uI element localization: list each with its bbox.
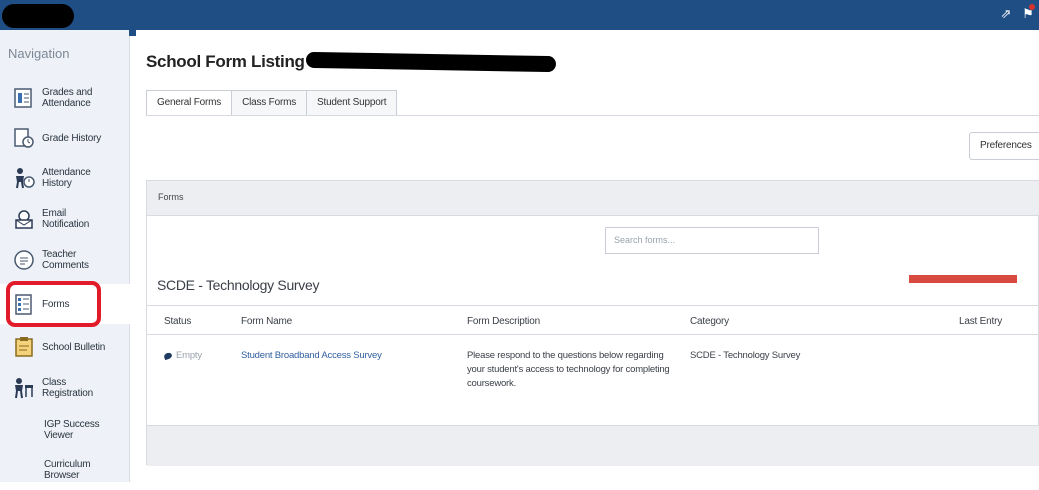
tab-class-forms[interactable]: Class Forms: [231, 90, 307, 116]
column-header-form-description[interactable]: Form Description: [467, 316, 540, 327]
sidebar-item-label: Curriculum Browser: [44, 459, 91, 481]
search-forms-input[interactable]: Search forms...: [605, 227, 819, 254]
panel-footer: [147, 425, 1039, 466]
attendance-icon: [12, 166, 36, 190]
column-header-category[interactable]: Category: [690, 316, 729, 327]
forms-panel: Forms Search forms... SCDE - Technology …: [146, 180, 1039, 466]
sidebar-item-label: Grades and Attendance: [42, 87, 93, 109]
form-description-cell: Please respond to the questions below re…: [467, 350, 670, 389]
sidebar-item-curriculum-browser[interactable]: Curriculum Browser: [0, 450, 130, 490]
sidebar-collapse-handle[interactable]: [129, 28, 136, 36]
nav-title: Navigation: [8, 46, 70, 61]
sidebar-item-label: Teacher Comments: [42, 249, 89, 271]
sidebar-item-grades-attendance[interactable]: Grades and Attendance: [0, 78, 130, 118]
sidebar-item-class-registration[interactable]: Class Registration: [0, 368, 130, 408]
page-title: School Form Listing for: [146, 52, 331, 71]
section-title: SCDE - Technology Survey: [157, 277, 320, 293]
panel-header: Forms: [147, 181, 1039, 216]
table-header: Status Form Name Form Description Catego…: [147, 305, 1039, 335]
sidebar-item-attendance-history[interactable]: Attendance History: [0, 158, 130, 198]
column-header-status[interactable]: Status: [164, 316, 191, 327]
tab-student-support[interactable]: Student Support: [306, 90, 398, 116]
top-icons: ⇗ ⚑: [999, 4, 1035, 22]
column-header-last-entry[interactable]: Last Entry: [959, 316, 1002, 327]
table-row: Empty Student Broadband Access Survey Pl…: [147, 335, 1039, 425]
registration-icon: [12, 376, 36, 400]
top-bar: ⇗ ⚑: [0, 0, 1039, 30]
grades-icon: [12, 86, 36, 110]
grade-history-icon: [12, 126, 36, 150]
status-text: Empty: [176, 350, 202, 361]
form-tabs: General Forms Class Forms Student Suppor…: [146, 90, 398, 116]
column-header-form-name[interactable]: Form Name: [241, 316, 292, 327]
red-annotation-bar: [909, 275, 1017, 283]
category-cell: SCDE - Technology Survey: [690, 350, 801, 361]
sidebar-item-label: Grade History: [42, 132, 102, 144]
sidebar-item-grade-history[interactable]: Grade History: [0, 118, 130, 158]
main-content: School Form Listing for General Forms Cl…: [136, 30, 1039, 482]
bulletin-icon: [12, 335, 36, 359]
sidebar-item-label: Email Notification: [42, 208, 90, 230]
forms-highlight-annotation: [6, 281, 101, 327]
panel-header-title: Forms: [158, 192, 184, 202]
sidebar-item-label: IGP Success Viewer: [44, 419, 100, 441]
external-link-icon[interactable]: ⇗: [999, 6, 1013, 22]
form-name-link[interactable]: Student Broadband Access Survey: [241, 349, 382, 363]
comments-icon: [12, 248, 36, 272]
sidebar-item-igp-success-viewer[interactable]: IGP Success Viewer: [0, 410, 130, 450]
email-icon: [12, 207, 36, 231]
sidebar: Navigation Grades and Attendance Grade H…: [0, 30, 130, 482]
sidebar-item-school-bulletin[interactable]: School Bulletin: [0, 327, 130, 367]
notification-flag-icon[interactable]: ⚑: [1021, 4, 1035, 22]
sidebar-item-email-notification[interactable]: Email Notification: [0, 199, 130, 239]
preferences-button[interactable]: Preferences: [969, 132, 1039, 160]
sidebar-item-teacher-comments[interactable]: Teacher Comments: [0, 240, 130, 280]
sidebar-item-label: Class Registration: [42, 377, 93, 399]
tab-general-forms[interactable]: General Forms: [146, 90, 232, 116]
redacted-student-name: [305, 51, 557, 73]
sidebar-item-label: Attendance History: [42, 167, 91, 189]
tabs-divider: [146, 115, 1039, 116]
status-cell: Empty: [163, 349, 202, 363]
redacted-logo: [2, 4, 74, 28]
sidebar-item-label: School Bulletin: [42, 341, 106, 353]
pencil-icon: [163, 351, 173, 361]
